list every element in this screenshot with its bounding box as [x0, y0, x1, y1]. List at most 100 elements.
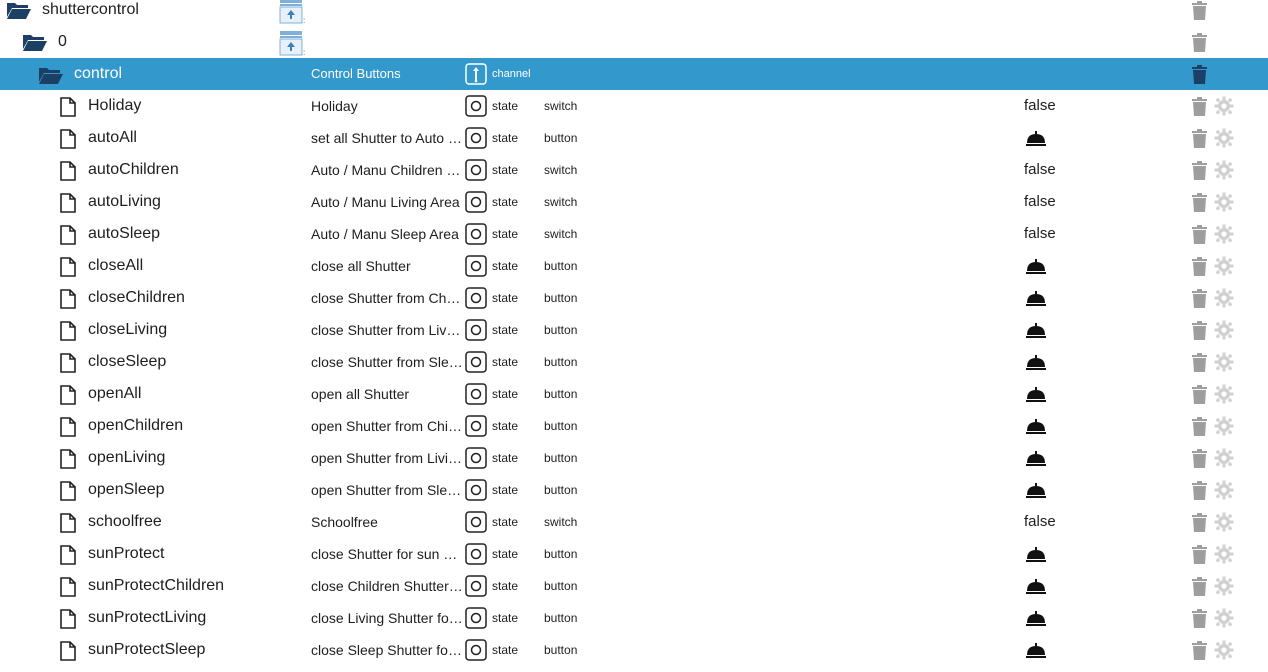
- tree-item-name: autoSleep: [88, 225, 161, 242]
- file-icon: [60, 321, 76, 341]
- tree-item-type: state: [492, 355, 519, 369]
- folder-open-icon[interactable]: [38, 65, 63, 84]
- gear-icon[interactable]: [1214, 512, 1234, 532]
- button-bell-icon[interactable]: [1025, 547, 1047, 563]
- tree-item-role: switch: [544, 515, 578, 529]
- gear-icon[interactable]: [1214, 256, 1234, 276]
- button-bell-icon[interactable]: [1025, 291, 1047, 307]
- tree-row-state[interactable]: autoSleep Auto / Manu Sleep Area state s…: [0, 218, 1268, 250]
- delete-icon[interactable]: [1191, 289, 1208, 308]
- state-value[interactable]: false: [1024, 218, 1056, 250]
- button-bell-icon[interactable]: [1025, 387, 1047, 403]
- tree-item-description: Auto / Manu Sleep Area: [311, 226, 459, 242]
- button-bell-icon[interactable]: [1025, 483, 1047, 499]
- tree-row-state[interactable]: autoChildren Auto / Manu Children … stat…: [0, 154, 1268, 186]
- tree-row-state[interactable]: autoLiving Auto / Manu Living Area state…: [0, 186, 1268, 218]
- gear-icon[interactable]: [1214, 416, 1234, 436]
- gear-icon[interactable]: [1214, 640, 1234, 660]
- folder-open-icon[interactable]: [6, 0, 31, 19]
- delete-icon[interactable]: [1191, 33, 1208, 52]
- delete-icon[interactable]: [1191, 353, 1208, 372]
- button-bell-icon[interactable]: [1025, 259, 1047, 275]
- delete-icon[interactable]: [1191, 641, 1208, 660]
- tree-row-state[interactable]: sunProtectSleep close Sleep Shutter for……: [0, 634, 1268, 666]
- button-bell-icon[interactable]: [1025, 611, 1047, 627]
- button-bell-icon[interactable]: [1025, 355, 1047, 371]
- tree-row-state[interactable]: openLiving open Shutter from Livi… state…: [0, 442, 1268, 474]
- tree-row-state[interactable]: closeLiving close Shutter from Livi… sta…: [0, 314, 1268, 346]
- gear-icon[interactable]: [1214, 576, 1234, 596]
- delete-icon[interactable]: [1191, 1, 1208, 20]
- delete-icon[interactable]: [1191, 577, 1208, 596]
- delete-icon[interactable]: [1191, 257, 1208, 276]
- delete-icon[interactable]: [1191, 513, 1208, 532]
- button-bell-icon[interactable]: [1025, 323, 1047, 339]
- delete-icon[interactable]: [1191, 481, 1208, 500]
- gear-icon[interactable]: [1214, 480, 1234, 500]
- svg-text::: :: [303, 16, 305, 24]
- tree-item-role: button: [544, 131, 578, 145]
- gear-icon[interactable]: [1214, 160, 1234, 180]
- tree-item-role: button: [544, 355, 578, 369]
- button-bell-icon[interactable]: [1025, 643, 1047, 659]
- tree-row-state[interactable]: closeSleep close Shutter from Sle… state…: [0, 346, 1268, 378]
- delete-icon[interactable]: [1191, 545, 1208, 564]
- tree-row-state[interactable]: sunProtectChildren close Children Shutte…: [0, 570, 1268, 602]
- state-value[interactable]: false: [1024, 186, 1056, 218]
- tree-item-name: autoChildren: [88, 161, 179, 178]
- gear-icon[interactable]: [1214, 96, 1234, 116]
- tree-item-name: schoolfree: [88, 513, 162, 530]
- delete-icon[interactable]: [1191, 609, 1208, 628]
- gear-icon[interactable]: [1214, 320, 1234, 340]
- tree-row-state[interactable]: autoAll set all Shutter to Auto … state …: [0, 122, 1268, 154]
- delete-icon[interactable]: [1191, 225, 1208, 244]
- gear-icon[interactable]: [1214, 384, 1234, 404]
- file-icon: [60, 481, 76, 501]
- tree-row-root[interactable]: shuttercontrol :: [0, 0, 1268, 26]
- state-list: Holiday Holiday state switch false autoA…: [0, 95, 1268, 672]
- tree-item-type: state: [492, 419, 519, 433]
- state-value[interactable]: false: [1024, 154, 1056, 186]
- file-icon: [60, 257, 76, 277]
- state-value[interactable]: false: [1024, 90, 1056, 122]
- file-icon: [60, 513, 76, 533]
- button-bell-icon[interactable]: [1025, 131, 1047, 147]
- tree-row-state[interactable]: closeChildren close Shutter from Chil… s…: [0, 282, 1268, 314]
- button-bell-icon[interactable]: [1025, 419, 1047, 435]
- gear-icon[interactable]: [1214, 192, 1234, 212]
- tree-item-type: state: [492, 515, 519, 529]
- gear-icon[interactable]: [1214, 608, 1234, 628]
- delete-icon[interactable]: [1191, 385, 1208, 404]
- gear-icon[interactable]: [1214, 128, 1234, 148]
- tree-row-instance[interactable]: 0 :: [0, 26, 1268, 58]
- tree-row-state[interactable]: sunProtect close Shutter for sun p… stat…: [0, 538, 1268, 570]
- delete-icon[interactable]: [1191, 65, 1208, 84]
- delete-icon[interactable]: [1191, 193, 1208, 212]
- tree-row-state[interactable]: Holiday Holiday state switch false: [0, 90, 1268, 122]
- state-value[interactable]: false: [1024, 506, 1056, 538]
- tree-row-state[interactable]: sunProtectLiving close Living Shutter fo…: [0, 602, 1268, 634]
- delete-icon[interactable]: [1191, 161, 1208, 180]
- delete-icon[interactable]: [1191, 449, 1208, 468]
- tree-row-state[interactable]: closeAll close all Shutter state button: [0, 250, 1268, 282]
- tree-row-channel[interactable]: control Control Buttons channel: [0, 58, 1268, 90]
- button-bell-icon[interactable]: [1025, 579, 1047, 595]
- gear-icon[interactable]: [1214, 288, 1234, 308]
- tree-item-name: closeLiving: [88, 321, 168, 338]
- gear-icon[interactable]: [1214, 352, 1234, 372]
- gear-icon[interactable]: [1214, 224, 1234, 244]
- button-bell-icon[interactable]: [1025, 451, 1047, 467]
- tree-row-state[interactable]: openAll open all Shutter state button: [0, 378, 1268, 410]
- adapter-shutter-icon: :: [278, 0, 306, 26]
- delete-icon[interactable]: [1191, 97, 1208, 116]
- tree-row-state[interactable]: openSleep open Shutter from Sle… state b…: [0, 474, 1268, 506]
- gear-icon[interactable]: [1214, 544, 1234, 564]
- tree-row-state[interactable]: openChildren open Shutter from Chil… sta…: [0, 410, 1268, 442]
- file-icon: [60, 449, 76, 469]
- tree-row-state[interactable]: schoolfree Schoolfree state switch false: [0, 506, 1268, 538]
- delete-icon[interactable]: [1191, 129, 1208, 148]
- gear-icon[interactable]: [1214, 448, 1234, 468]
- delete-icon[interactable]: [1191, 321, 1208, 340]
- folder-open-icon[interactable]: [22, 32, 47, 51]
- delete-icon[interactable]: [1191, 417, 1208, 436]
